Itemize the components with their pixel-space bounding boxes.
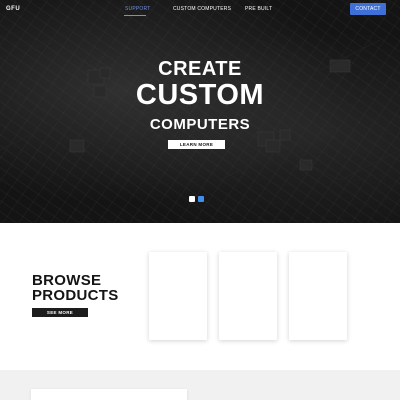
content-card [31, 389, 187, 400]
nav-link-support[interactable]: SUPPORT [125, 6, 150, 12]
nav-link-custom-computers[interactable]: CUSTOM COMPUTERS [173, 6, 231, 12]
learn-more-button[interactable]: LEARN MORE [168, 140, 225, 149]
product-card-2[interactable] [219, 252, 277, 340]
hero-title-line-3: COMPUTERS [149, 116, 251, 133]
hero-title-line-1: CREATE [158, 58, 242, 80]
site-logo[interactable]: GFU [6, 6, 20, 12]
product-card-1[interactable] [149, 252, 207, 340]
carousel-dot-2-active[interactable] [198, 196, 204, 202]
browse-products-title: BROWSE PRODUCTS [32, 272, 119, 304]
active-link-underline [124, 15, 146, 16]
hero-banner: GFU SUPPORT CUSTOM COMPUTERS PRE BUILT C… [0, 0, 400, 223]
product-card-3[interactable] [289, 252, 347, 340]
next-section [0, 370, 400, 400]
browse-products-section: BROWSE PRODUCTS SEE MORE [0, 223, 400, 370]
contact-button[interactable]: CONTACT [350, 3, 386, 15]
carousel-dot-1[interactable] [189, 196, 195, 202]
see-more-button[interactable]: SEE MORE [32, 308, 88, 317]
hero-title-line-2: CUSTOM [135, 79, 265, 111]
top-nav: GFU SUPPORT CUSTOM COMPUTERS PRE BUILT C… [0, 0, 400, 20]
nav-link-pre-built[interactable]: PRE BUILT [245, 6, 272, 12]
